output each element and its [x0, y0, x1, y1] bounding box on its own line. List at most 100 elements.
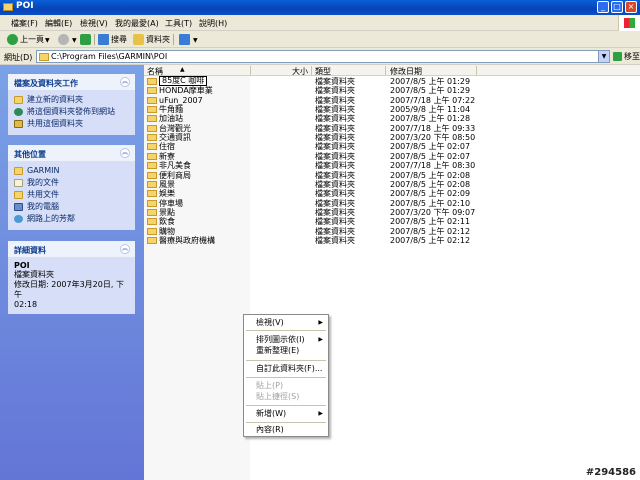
menu-file[interactable]: 檔案(F)	[11, 18, 38, 29]
search-label: 搜尋	[111, 35, 127, 44]
search-button[interactable]: 搜尋	[98, 33, 127, 46]
file-date: 2007/8/5 上午 01:28	[390, 114, 471, 124]
details-panel: 詳細資料 ︽ POI 檔案資料夾 修改日期: 2007年3月20日, 下午 02…	[8, 241, 135, 314]
address-bar: 網址(D) C:\Program Files\GARMIN\POI ▼ 移至	[0, 48, 640, 65]
file-name: 停車場	[159, 198, 183, 208]
ctx-customize[interactable]: 自訂此資料夾(F)...	[244, 363, 328, 374]
place-label: 我的文件	[27, 178, 59, 187]
table-row[interactable]: 醫療與政府機構 檔案資料夾 2007/8/5 上午 02:12	[144, 236, 640, 245]
submenu-arrow-icon: ▶	[318, 410, 323, 417]
tasks-panel: 檔案及資料夾工作 ︽ 建立新的資料夾 將這個資料夾發佈到網站 共用這個資料夾	[8, 74, 135, 135]
table-row[interactable]: uFun_2007 檔案資料夾 2007/7/18 上午 07:22	[144, 96, 640, 105]
place-shared-documents[interactable]: 共用文件	[14, 190, 129, 200]
table-row[interactable]: 購物 檔案資料夾 2007/8/5 上午 02:12	[144, 227, 640, 236]
menu-help[interactable]: 說明(H)	[199, 18, 227, 29]
menu-tools[interactable]: 工具(T)	[165, 18, 192, 29]
column-date[interactable]: 修改日期	[390, 66, 422, 77]
computer-icon	[14, 203, 23, 211]
up-button[interactable]	[80, 33, 93, 46]
file-list[interactable]: 名稱 ▲ 大小 類型 修改日期 85度C 咖啡 檔案資料夾 2007/8/5 上午 …	[144, 65, 640, 480]
watermark: #294586	[585, 467, 636, 478]
column-size[interactable]: 大小	[292, 66, 308, 77]
ctx-paste[interactable]: 貼上(P)	[244, 380, 328, 391]
table-row[interactable]: 風景 檔案資料夾 2007/8/5 上午 02:08	[144, 180, 640, 189]
file-name: 非凡美食	[159, 161, 191, 171]
file-name: 飲食	[159, 217, 175, 227]
ctx-label: 新增(W)	[256, 409, 287, 418]
table-row[interactable]: 便利商局 檔案資料夾 2007/8/5 上午 02:08	[144, 171, 640, 180]
collapse-icon[interactable]: ︽	[120, 244, 130, 254]
table-row[interactable]: 飲食 檔案資料夾 2007/8/5 上午 02:11	[144, 217, 640, 226]
table-row[interactable]: 景點 檔案資料夾 2007/3/20 下午 09:07	[144, 208, 640, 217]
views-button[interactable]: ▼	[179, 33, 198, 46]
column-divider[interactable]	[476, 66, 477, 75]
search-icon	[98, 34, 109, 45]
file-type: 檔案資料夾	[315, 161, 355, 171]
address-value: C:\Program Files\GARMIN\POI	[51, 52, 168, 61]
shared-documents-icon	[14, 191, 23, 199]
collapse-icon[interactable]: ︽	[120, 148, 130, 158]
table-row[interactable]: 牛角麵 檔案資料夾 2005/9/8 上午 11:04	[144, 105, 640, 114]
folders-button[interactable]: 資料夾	[133, 33, 170, 46]
maximize-button[interactable]: □	[611, 1, 623, 13]
address-dropdown-button[interactable]: ▼	[598, 50, 610, 63]
ctx-properties[interactable]: 內容(R)	[244, 424, 328, 435]
ctx-paste-shortcut[interactable]: 貼上捷徑(S)	[244, 391, 328, 402]
file-type: 檔案資料夾	[315, 198, 355, 208]
ctx-refresh[interactable]: 重新整理(E)	[244, 345, 328, 356]
file-name: 交通資訊	[159, 133, 191, 143]
place-my-documents[interactable]: 我的文件	[14, 178, 129, 188]
table-row[interactable]: 住宿 檔案資料夾 2007/8/5 上午 02:07	[144, 142, 640, 151]
column-divider[interactable]	[385, 66, 386, 75]
address-input[interactable]: C:\Program Files\GARMIN\POI	[36, 50, 610, 63]
table-row[interactable]: HONDA摩車業 檔案資料夾 2007/8/5 上午 01:29	[144, 86, 640, 95]
table-row[interactable]: 加油站 檔案資料夾 2007/8/5 上午 01:28	[144, 114, 640, 123]
column-divider[interactable]	[250, 66, 251, 75]
place-label: 共用文件	[27, 190, 59, 199]
table-row[interactable]: 停車場 檔案資料夾 2007/8/5 上午 02:10	[144, 199, 640, 208]
table-row[interactable]: 85度C 咖啡 檔案資料夾 2007/8/5 上午 01:29	[144, 76, 640, 86]
ctx-new[interactable]: 新增(W) ▶	[244, 408, 328, 419]
menu-edit[interactable]: 編輯(E)	[45, 18, 72, 29]
go-button[interactable]: 移至	[613, 51, 640, 62]
menu-view[interactable]: 檢視(V)	[80, 18, 108, 29]
ctx-arrange[interactable]: 排列圖示依(I) ▶	[244, 334, 328, 345]
file-name: 台灣觀光	[159, 123, 191, 133]
collapse-icon[interactable]: ︽	[120, 77, 130, 87]
folder-icon	[147, 78, 157, 85]
place-my-computer[interactable]: 我的電腦	[14, 202, 129, 212]
table-row[interactable]: 台灣觀光 檔案資料夾 2007/7/18 上午 09:33	[144, 124, 640, 133]
menu-favorites[interactable]: 我的最愛(A)	[115, 18, 159, 29]
file-date: 2007/3/20 下午 09:07	[390, 207, 476, 217]
ctx-label: 檢視(V)	[256, 318, 284, 327]
place-garmin[interactable]: GARMIN	[14, 166, 129, 176]
table-row[interactable]: 非凡美食 檔案資料夾 2007/7/18 上午 08:30	[144, 161, 640, 170]
share-folder-icon	[14, 120, 23, 128]
folder-icon	[147, 143, 157, 151]
file-name: 景點	[159, 207, 175, 217]
close-button[interactable]: ×	[625, 1, 637, 13]
context-menu: 檢視(V) ▶ 排列圖示依(I) ▶ 重新整理(E) 自訂此資料夾(F)... 貼上…	[243, 314, 329, 437]
back-button[interactable]: 上一頁▼	[7, 33, 50, 46]
file-date: 2007/8/5 上午 02:10	[390, 198, 471, 208]
forward-button[interactable]: ▼	[58, 33, 77, 46]
file-date: 2007/8/5 上午 01:29	[390, 86, 471, 96]
task-publish-web[interactable]: 將這個資料夾發佈到網站	[14, 107, 129, 117]
column-divider[interactable]	[311, 66, 312, 75]
table-row[interactable]: 新寮 檔案資料夾 2007/8/5 上午 02:07	[144, 152, 640, 161]
table-row[interactable]: 交通資訊 檔案資料夾 2007/3/20 下午 08:50	[144, 133, 640, 142]
table-row[interactable]: 娛樂 檔案資料夾 2007/8/5 上午 02:09	[144, 189, 640, 198]
tasks-panel-header[interactable]: 檔案及資料夾工作 ︽	[8, 74, 135, 91]
minimize-button[interactable]: _	[597, 1, 609, 13]
places-panel-title: 其他位置	[14, 150, 46, 159]
ctx-view[interactable]: 檢視(V) ▶	[244, 317, 328, 328]
new-folder-icon	[14, 96, 23, 104]
details-panel-header[interactable]: 詳細資料 ︽	[8, 241, 135, 258]
task-new-folder[interactable]: 建立新的資料夾	[14, 95, 129, 105]
file-name[interactable]: 85度C 咖啡	[159, 76, 208, 86]
place-network[interactable]: 網路上的芳鄰	[14, 214, 129, 224]
task-share-folder[interactable]: 共用這個資料夾	[14, 119, 129, 129]
file-type: 檔案資料夾	[315, 95, 355, 105]
places-panel-header[interactable]: 其他位置 ︽	[8, 145, 135, 162]
column-type[interactable]: 類型	[315, 66, 331, 77]
